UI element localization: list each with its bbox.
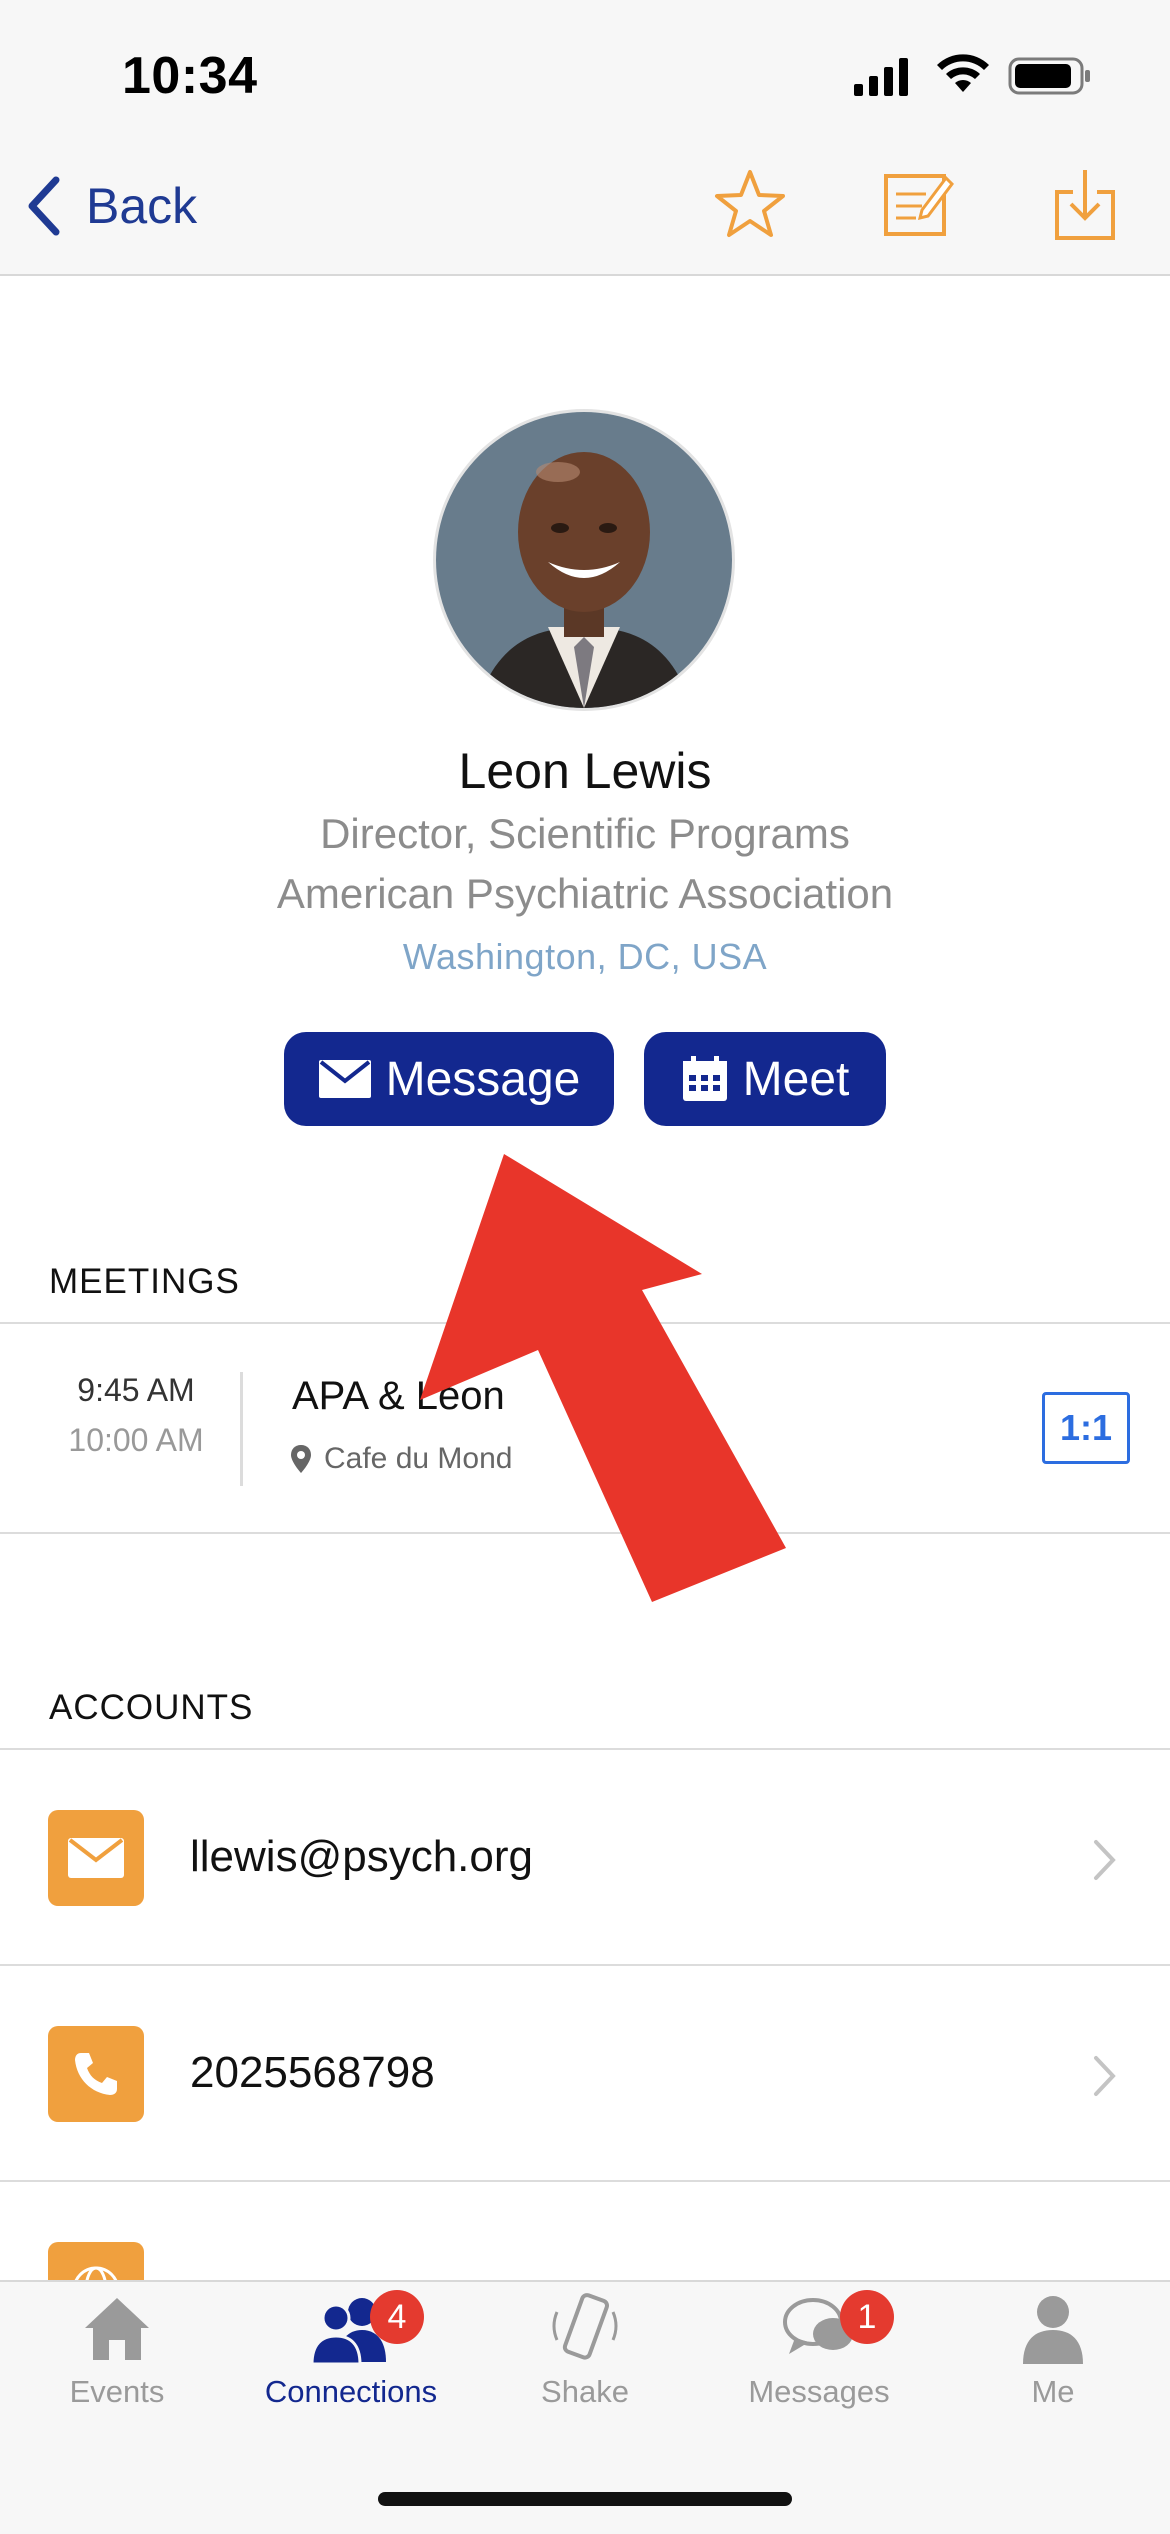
cellular-signal-icon: [854, 58, 908, 96]
tab-label: Messages: [748, 2374, 890, 2409]
tab-label: Events: [69, 2374, 165, 2409]
avatar: [436, 412, 732, 708]
tab-me[interactable]: Me: [936, 2290, 1170, 2430]
notification-badge: 4: [370, 2290, 424, 2344]
notification-badge: 1: [840, 2290, 894, 2344]
account-row-website[interactable]: [0, 2182, 1170, 2280]
back-button[interactable]: Back: [24, 170, 197, 242]
annotation-arrow-icon: [420, 1154, 786, 1602]
profile-photo: [436, 412, 732, 708]
tab-label: Me: [1031, 2374, 1075, 2409]
home-icon: [85, 2298, 149, 2360]
profile-name: Leon Lewis: [458, 743, 712, 799]
accounts-header: ACCOUNTS: [49, 1688, 254, 1727]
meeting-end-time: 10:00 AM: [68, 1422, 204, 1458]
profile-title: Director, Scientific Programs: [320, 810, 850, 857]
meeting-type-badge: 1:1: [1042, 1392, 1130, 1464]
chevron-left-icon: [28, 176, 60, 236]
account-phone: 2025568798: [190, 2048, 435, 2097]
back-label: Back: [86, 178, 198, 234]
account-row-email[interactable]: [0, 1750, 1170, 1964]
account-icon-phone: [48, 2026, 144, 2122]
phone-icon: [75, 2053, 117, 2095]
note-icon[interactable]: [878, 164, 958, 244]
meetings-header: MEETINGS: [49, 1262, 240, 1301]
profile-location: Washington, DC, USA: [402, 936, 768, 977]
map-pin-icon: [291, 1445, 311, 1473]
home-indicator[interactable]: [378, 2492, 792, 2506]
envelope-icon: [318, 1060, 371, 1098]
profile-organization: American Psychiatric Association: [276, 870, 894, 917]
tab-connections[interactable]: Connections 4: [234, 2290, 468, 2430]
message-button-label: Message: [385, 1052, 581, 1106]
account-email: llewis@psych.org: [190, 1832, 533, 1881]
account-icon-website: [48, 2242, 144, 2280]
meeting-separator: [240, 1372, 243, 1486]
battery-icon: [1008, 57, 1090, 95]
tab-shake[interactable]: Shake: [468, 2290, 702, 2430]
meet-button[interactable]: Meet: [644, 1032, 886, 1126]
status-time: 10:34: [122, 47, 258, 105]
message-button[interactable]: Message: [284, 1032, 614, 1126]
account-row-phone[interactable]: [0, 1966, 1170, 2180]
shake-phone-icon: [552, 2293, 618, 2360]
globe-icon: [74, 2266, 118, 2280]
person-icon: [1023, 2296, 1083, 2364]
envelope-icon: [68, 1838, 124, 1878]
tab-messages[interactable]: Messages 1: [702, 2290, 936, 2430]
star-icon[interactable]: [710, 164, 790, 244]
meeting-start-time: 9:45 AM: [77, 1372, 195, 1408]
account-icon-email: [48, 1810, 144, 1906]
meet-button-label: Meet: [742, 1052, 850, 1106]
chevron-right-icon: [1094, 2056, 1116, 2096]
wifi-icon: [937, 54, 989, 92]
calendar-icon: [682, 1056, 727, 1101]
download-icon[interactable]: [1045, 164, 1125, 244]
tab-label: Shake: [541, 2374, 629, 2409]
chevron-right-icon: [1094, 1840, 1116, 1880]
tab-events[interactable]: Events: [0, 2290, 234, 2430]
tab-label: Connections: [264, 2374, 438, 2409]
